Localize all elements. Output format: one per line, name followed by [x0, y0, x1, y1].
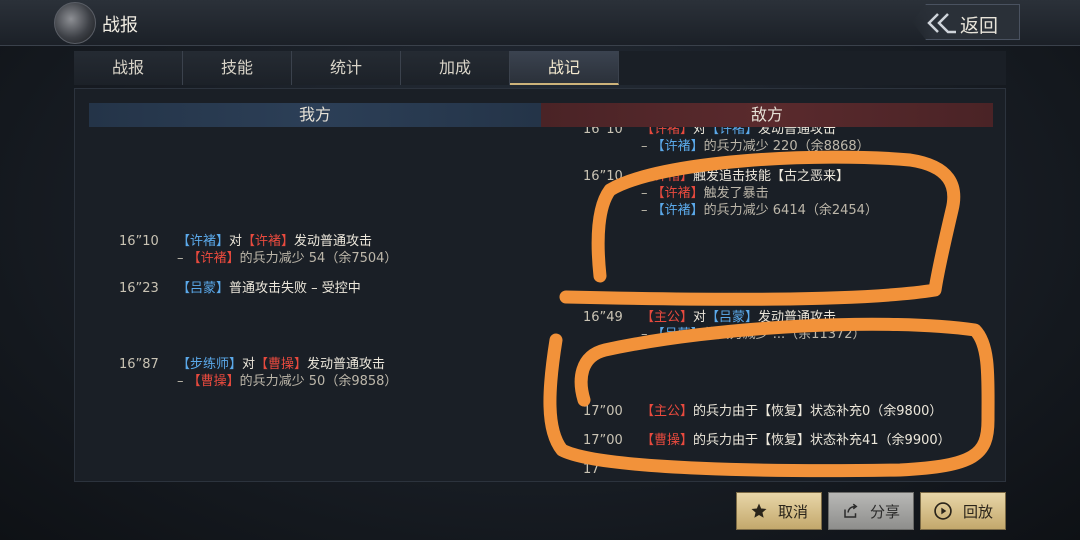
log-time: 17”00 — [583, 433, 623, 448]
log-text: 【吕蒙】 — [177, 281, 230, 296]
log-entry: 17”00 【主公】的兵力由于【恢复】状态补充0（余9800） — [583, 403, 942, 420]
log-text: 【许褚】 — [177, 234, 230, 249]
log-text: 的兵力由于【恢复】状态补充0（余9800） — [693, 404, 943, 419]
log-text: 触发了暴击 — [703, 186, 769, 201]
cancel-button[interactable]: 取消 — [736, 492, 822, 530]
share-icon — [844, 503, 858, 518]
log-time: 16”49 — [583, 310, 623, 325]
log-entry: 16”87 【步练师】对【曹操】发动普通攻击 – 【曹操】的兵力减少 50（余98… — [119, 356, 397, 390]
log-text: 的兵力减少 54（余7504） — [239, 251, 398, 266]
top-bar: 战报 返回 — [0, 0, 1080, 46]
log-text: 【吕蒙】 — [651, 327, 704, 342]
log-text: 的兵力减少 50（余9858） — [239, 374, 398, 389]
log-text: – — [641, 139, 652, 154]
log-time: 16”10 — [583, 127, 623, 137]
log-time: 16”23 — [119, 281, 159, 296]
log-text: 【许褚】 — [651, 203, 704, 218]
cancel-label: 取消 — [777, 502, 808, 521]
tab-skills[interactable]: 技能 — [183, 51, 292, 85]
log-text: 【主公】 — [641, 310, 694, 325]
log-entry: 16”23 【吕蒙】普通攻击失败 – 受控中 — [119, 280, 361, 297]
log-text: 对 — [693, 310, 707, 325]
enemy-log-list[interactable]: 16”10 【许褚】对【许褚】发动普通攻击 – 【许褚】的兵力减少 220（余88… — [541, 127, 993, 477]
battle-log-panel: 我方 敌方 16”10 【许褚】对【许褚】发动普通攻击 – 【许褚】的兵力减少 5… — [74, 88, 1006, 482]
log-entry: 16”10 【许褚】对【许褚】发动普通攻击 – 【许褚】的兵力减少 54（余750… — [119, 233, 397, 267]
log-text: 的兵力减少 220（余8868） — [703, 139, 870, 154]
log-time: 16”10 — [583, 169, 623, 184]
back-button[interactable]: 返回 — [912, 4, 1020, 40]
log-entry: 17” — [583, 461, 641, 477]
log-text: 对 — [229, 234, 243, 249]
tab-bonus[interactable]: 加成 — [401, 51, 510, 85]
log-text: 【许褚】 — [706, 127, 759, 137]
star-icon — [751, 503, 767, 518]
log-text: 的兵力减少 ...（余11372） — [703, 327, 866, 342]
log-text: 【曹操】 — [641, 433, 694, 448]
log-entry: 16”10 【许褚】对【许褚】发动普通攻击 – 【许褚】的兵力减少 220（余88… — [583, 127, 870, 155]
log-text: 【许褚】 — [651, 139, 704, 154]
log-text: 发动普通攻击 — [758, 127, 837, 137]
share-button[interactable]: 分享 — [828, 492, 914, 530]
log-text: 【曹操】 — [187, 374, 240, 389]
log-text: 【许褚】 — [641, 169, 694, 184]
log-text: 【曹操】 — [255, 357, 308, 372]
log-text: – — [641, 186, 652, 201]
double-chevron-left-icon — [927, 13, 956, 34]
log-text: 【主公】 — [641, 404, 694, 419]
log-time: 17”00 — [583, 404, 623, 419]
log-time: 16”10 — [119, 234, 159, 249]
log-text: 【吕蒙】 — [706, 310, 759, 325]
log-text: – — [641, 327, 652, 342]
replay-button[interactable]: 回放 — [920, 492, 1006, 530]
tab-battle-log[interactable]: 战记 — [510, 51, 619, 85]
column-header-enemy: 敌方 — [541, 103, 993, 127]
log-text: 发动普通攻击 — [294, 234, 373, 249]
mine-log-list[interactable]: 16”10 【许褚】对【许褚】发动普通攻击 – 【许褚】的兵力减少 54（余750… — [89, 127, 541, 477]
dragon-emblem-icon — [54, 2, 96, 44]
log-text: – — [177, 251, 188, 266]
log-text: 对 — [242, 357, 256, 372]
log-text: – — [177, 374, 188, 389]
log-entry: 17”00 【曹操】的兵力由于【恢复】状态补充41（余9900） — [583, 432, 951, 449]
tab-statistics[interactable]: 统计 — [292, 51, 401, 85]
log-text: 的兵力由于【恢复】状态补充41（余9900） — [693, 433, 951, 448]
log-text: 发动普通攻击 — [758, 310, 837, 325]
tab-battle-report[interactable]: 战报 — [74, 51, 183, 85]
log-text: 【许褚】 — [242, 234, 295, 249]
log-text: 【许褚】 — [641, 127, 694, 137]
play-circle-icon — [934, 502, 952, 520]
log-text: 【步练师】 — [177, 357, 243, 372]
log-text: 对 — [693, 127, 707, 137]
column-header-mine: 我方 — [89, 103, 541, 127]
log-text: 的兵力减少 6414（余2454） — [703, 203, 878, 218]
replay-label: 回放 — [962, 502, 993, 521]
log-text: 【许褚】 — [187, 251, 240, 266]
log-text: 触发追击技能【古之恶来】 — [693, 169, 850, 184]
log-time: 16”87 — [119, 357, 159, 372]
log-text: 普通攻击失败 – 受控中 — [229, 281, 361, 296]
log-time: 17” — [583, 462, 607, 477]
log-text: – — [641, 203, 652, 218]
page-title: 战报 — [102, 15, 138, 36]
log-text: 【许褚】 — [651, 186, 704, 201]
share-label: 分享 — [869, 502, 900, 521]
log-entry: 16”49 【主公】对【吕蒙】发动普通攻击 – 【吕蒙】的兵力减少 ...（余11… — [583, 309, 866, 343]
tab-bar: 战报 技能 统计 加成 战记 — [74, 51, 1006, 85]
back-label: 返回 — [960, 15, 999, 37]
log-entry: 16”10 【许褚】触发追击技能【古之恶来】 – 【许褚】触发了暴击 – 【许褚】… — [583, 168, 878, 219]
log-text: 发动普通攻击 — [307, 357, 386, 372]
